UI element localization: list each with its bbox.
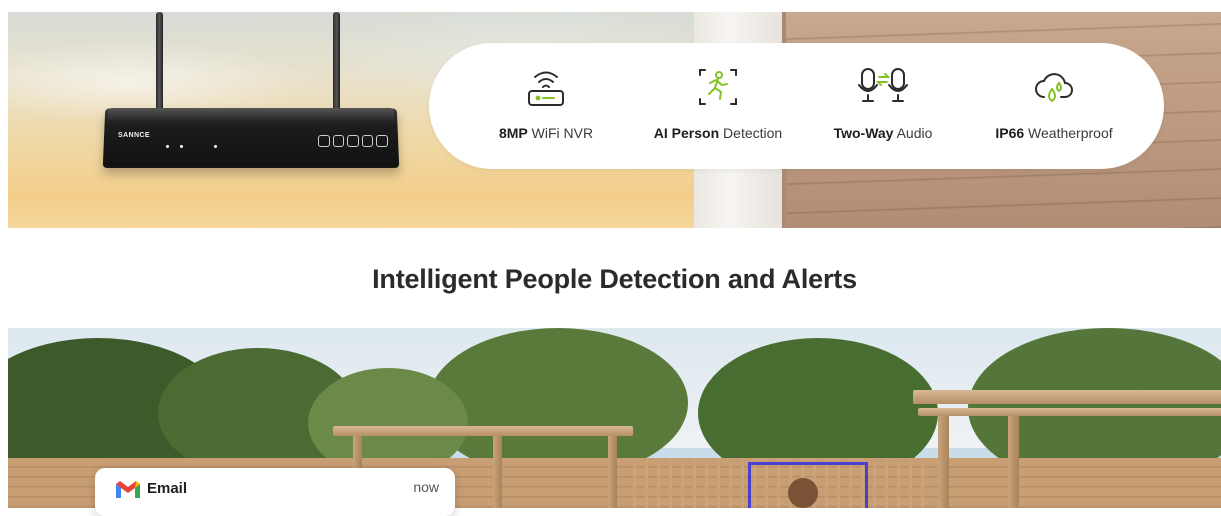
feature-ip66-weatherproof: IP66 Weatherproof — [969, 63, 1139, 141]
wifi-router-icon — [461, 63, 631, 111]
gmail-icon — [115, 480, 141, 505]
hero-banner: SANNCE 8MP WiFi NVR AI Person Detection … — [8, 12, 1221, 228]
section-heading: Intelligent People Detection and Alerts — [372, 264, 857, 294]
weatherproof-cloud-icon — [969, 63, 1139, 111]
antenna-right — [333, 12, 340, 120]
product-banner: SANNCE 8MP WiFi NVR AI Person Detection … — [8, 12, 1221, 508]
antenna-left — [156, 12, 163, 120]
features-panel: 8MP WiFi NVR AI Person Detection Two-Way… — [429, 43, 1164, 169]
notification-app-title: Email — [147, 480, 188, 497]
device-port-panel — [318, 135, 388, 149]
nvr-device-image: SANNCE — [102, 12, 404, 182]
person-detection-icon — [633, 63, 803, 111]
detected-person — [788, 478, 818, 508]
two-way-audio-icon — [798, 63, 968, 111]
email-notification-card[interactable]: Email now — [95, 468, 455, 516]
feature-two-way-audio: Two-Way Audio — [798, 63, 968, 141]
device-brand-label: SANNCE — [118, 132, 150, 139]
feature-ai-person-detection: AI Person Detection — [633, 63, 803, 141]
feature-wifi-nvr: 8MP WiFi NVR — [461, 63, 631, 141]
notification-time: now — [413, 479, 439, 495]
